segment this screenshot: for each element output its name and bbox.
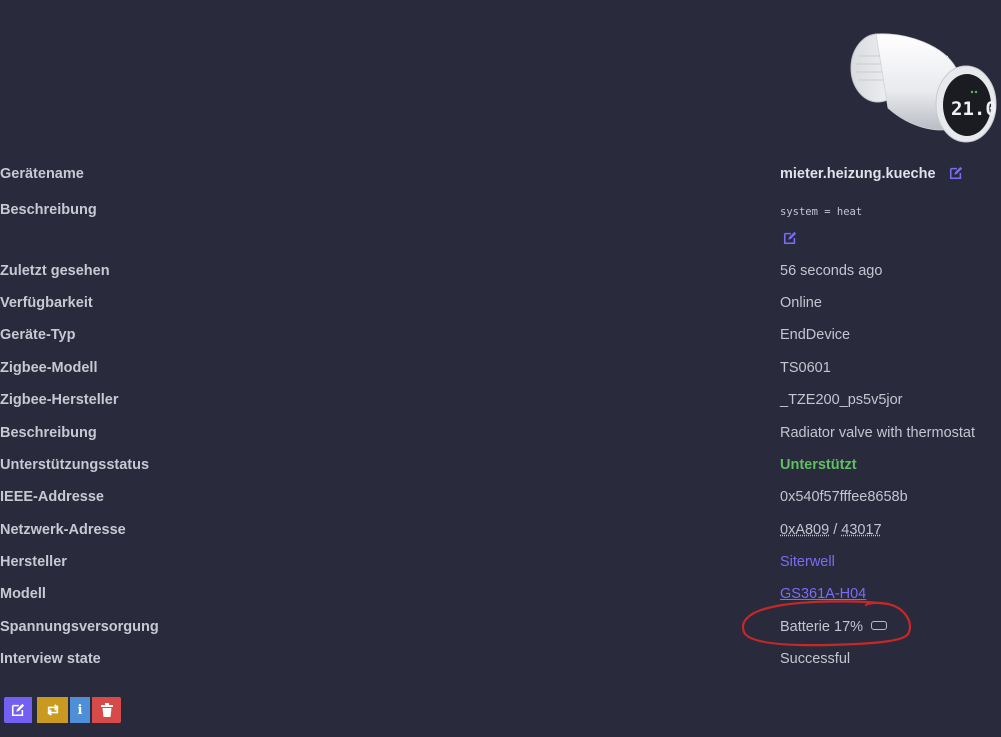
swap-icon [47, 704, 58, 716]
label-manufacturer: Hersteller [0, 554, 67, 570]
value-availability: Online [780, 295, 822, 311]
model-link[interactable]: GS361A-H04 [780, 586, 866, 602]
label-network-address: Netzwerk-Adresse [0, 522, 126, 538]
label-zigbee-manufacturer: Zigbee-Hersteller [0, 392, 119, 408]
value-support-status: Unterstützt [780, 457, 857, 473]
edit-button[interactable] [4, 697, 32, 723]
label-zigbee-model: Zigbee-Modell [0, 360, 98, 376]
value-zigbee-manufacturer: _TZE200_ps5v5jor [780, 392, 903, 408]
value-device-type: EndDevice [780, 327, 851, 343]
battery-low-icon [871, 621, 888, 630]
edit-name-icon[interactable] [949, 166, 963, 180]
value-ieee-address: 0x540f57fffee8658b [780, 489, 908, 505]
delete-button[interactable] [92, 697, 121, 723]
row-device-name: Gerätename mieter.heizung.kueche [0, 166, 1001, 198]
manufacturer-link[interactable]: Siterwell [780, 554, 835, 570]
power-source-text: Batterie 17% [780, 619, 864, 635]
label-ieee-address: IEEE-Addresse [0, 489, 104, 505]
value-description: system = heat [780, 206, 863, 218]
value-network-address: 0xA809 / 43017 [780, 522, 882, 538]
row-power-source: Spannungsversorgung Batterie 17% [0, 619, 1001, 651]
row-support-status: Unterstützungsstatus Unterstützt [0, 457, 1001, 489]
label-last-seen: Zuletzt gesehen [0, 263, 110, 279]
trash-icon [100, 703, 113, 717]
value-zigbee-model: TS0601 [780, 360, 831, 376]
row-model: Modell GS361A-H04 [0, 586, 1001, 618]
row-network-address: Netzwerk-Adresse 0xA809 / 43017 [0, 522, 1001, 554]
edit-description-icon[interactable] [783, 231, 797, 245]
value-device-name: mieter.heizung.kueche [780, 166, 963, 182]
label-availability: Verfügbarkeit [0, 295, 93, 311]
label-device-type: Geräte-Typ [0, 327, 76, 343]
label-model: Modell [0, 586, 46, 602]
value-model-description: Radiator valve with thermostat [780, 425, 976, 441]
label-device-name: Gerätename [0, 166, 84, 182]
thermostat-display: 21.0 [951, 98, 997, 120]
row-availability: Verfügbarkeit Online [0, 295, 1001, 327]
info-icon: i [77, 702, 83, 718]
label-support-status: Unterstützungsstatus [0, 457, 150, 473]
row-manufacturer: Hersteller Siterwell [0, 554, 1001, 586]
row-ieee-address: IEEE-Addresse 0x540f57fffee8658b [0, 489, 1001, 521]
row-interview-state: Interview state Successful [0, 651, 1001, 683]
device-info-panel: 21.0 Gerätename mieter.heizung.kueche Be… [0, 0, 1001, 737]
device-actions: i [4, 697, 123, 723]
row-zigbee-manufacturer: Zigbee-Hersteller _TZE200_ps5v5jor [0, 392, 1001, 424]
row-last-seen: Zuletzt gesehen 56 seconds ago [0, 263, 1001, 295]
row-device-type: Geräte-Typ EndDevice [0, 327, 1001, 359]
device-name-text: mieter.heizung.kueche [780, 166, 936, 182]
label-interview-state: Interview state [0, 651, 101, 667]
network-address-dec: 43017 [841, 522, 882, 538]
edit-icon [11, 703, 25, 717]
label-description: Beschreibung [0, 202, 97, 218]
row-zigbee-model: Zigbee-Modell TS0601 [0, 360, 1001, 392]
rename-button[interactable] [37, 697, 68, 723]
value-power-source: Batterie 17% [780, 619, 888, 635]
value-last-seen: 56 seconds ago [780, 263, 883, 279]
network-address-separator: / [829, 522, 842, 538]
row-description: Beschreibung system = heat [0, 202, 1001, 245]
row-model-description: Beschreibung Radiator valve with thermos… [0, 425, 1001, 457]
value-interview-state: Successful [780, 651, 851, 667]
label-model-description: Beschreibung [0, 425, 97, 441]
info-button[interactable]: i [70, 697, 90, 723]
network-address-hex: 0xA809 [780, 522, 830, 538]
device-image: 21.0 [850, 33, 997, 143]
label-power-source: Spannungsversorgung [0, 619, 159, 635]
